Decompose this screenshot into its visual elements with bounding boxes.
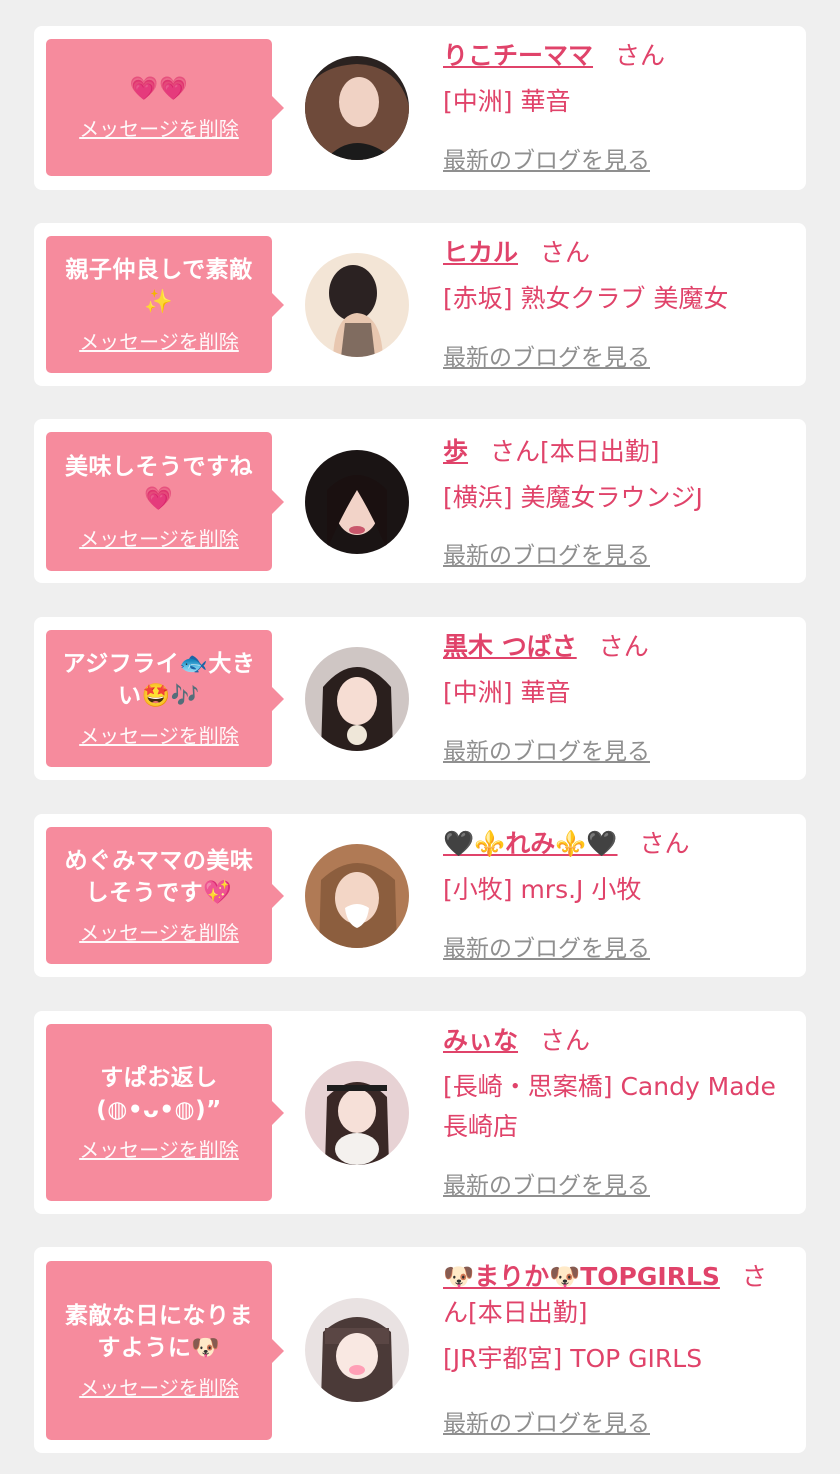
message-card: 美味しそうですね💗 メッセージを削除 歩さん[本日出勤] [横浜] 美魔女ラウン… bbox=[34, 419, 806, 583]
delete-message-link[interactable]: メッセージを削除 bbox=[79, 720, 239, 749]
message-bubble: 素敵な日になりますように🐶 メッセージを削除 bbox=[46, 1261, 284, 1440]
message-text: 素敵な日になりますように🐶 bbox=[65, 1303, 253, 1361]
message-text: 💗💗 bbox=[129, 76, 189, 102]
message-bubble: 美味しそうですね💗 メッセージを削除 bbox=[46, 432, 284, 571]
latest-blog-link[interactable]: 最新のブログを見る bbox=[443, 1166, 650, 1200]
message-text: アジフライ🐟大きい🤩🎶 bbox=[62, 651, 256, 709]
message-card: アジフライ🐟大きい🤩🎶 メッセージを削除 黒木 つばさ さん [中洲] 華音 最新… bbox=[34, 617, 806, 780]
message-bubble: めぐみママの美味しそうです💖 メッセージを削除 bbox=[46, 827, 284, 964]
delete-message-link[interactable]: メッセージを削除 bbox=[79, 1372, 239, 1401]
avatar[interactable] bbox=[305, 56, 409, 160]
message-bubble: 💗💗 メッセージを削除 bbox=[46, 39, 284, 176]
message-bubble: 親子仲良しで素敵✨ メッセージを削除 bbox=[46, 236, 284, 373]
latest-blog-link[interactable]: 最新のブログを見る bbox=[443, 536, 650, 570]
message-card: すぱお返し(◍•ᴗ•◍)” メッセージを削除 みぃな さん [長崎・思案橋] Ca… bbox=[34, 1011, 806, 1214]
avatar[interactable] bbox=[305, 450, 409, 554]
avatar[interactable] bbox=[305, 1061, 409, 1165]
delete-message-link[interactable]: メッセージを削除 bbox=[79, 113, 239, 142]
avatar[interactable] bbox=[305, 1298, 409, 1402]
avatar[interactable] bbox=[305, 844, 409, 948]
message-text: めぐみママの美味しそうです💖 bbox=[64, 848, 254, 906]
avatar[interactable] bbox=[305, 253, 409, 357]
message-text: 親子仲良しで素敵✨ bbox=[65, 257, 253, 315]
avatar[interactable] bbox=[305, 647, 409, 751]
latest-blog-link[interactable]: 最新のブログを見る bbox=[443, 732, 650, 766]
message-text: すぱお返し(◍•ᴗ•◍)” bbox=[96, 1065, 222, 1123]
delete-message-link[interactable]: メッセージを削除 bbox=[79, 326, 239, 355]
message-card: 親子仲良しで素敵✨ メッセージを削除 ヒカル さん [赤坂] 熟女クラブ 美魔女 … bbox=[34, 223, 806, 386]
latest-blog-link[interactable]: 最新のブログを見る bbox=[443, 929, 650, 963]
latest-blog-link[interactable]: 最新のブログを見る bbox=[443, 338, 650, 372]
message-card: 💗💗 メッセージを削除 りこチーママ さん [中洲] 華音 最新のブログを見る bbox=[34, 26, 806, 190]
message-text: 美味しそうですね💗 bbox=[65, 454, 253, 512]
message-card: 素敵な日になりますように🐶 メッセージを削除 🐶まりか🐶TOPGIRLS さん[本… bbox=[34, 1247, 806, 1453]
delete-message-link[interactable]: メッセージを削除 bbox=[79, 1134, 239, 1163]
message-bubble: アジフライ🐟大きい🤩🎶 メッセージを削除 bbox=[46, 630, 284, 767]
delete-message-link[interactable]: メッセージを削除 bbox=[79, 917, 239, 946]
message-card: めぐみママの美味しそうです💖 メッセージを削除 🖤⚜️れみ⚜️🖤 さん [小牧] … bbox=[34, 814, 806, 977]
delete-message-link[interactable]: メッセージを削除 bbox=[79, 523, 239, 552]
message-list: 💗💗 メッセージを削除 りこチーママ さん [中洲] 華音 最新のブログを見る 親… bbox=[0, 0, 840, 1474]
latest-blog-link[interactable]: 最新のブログを見る bbox=[443, 1404, 650, 1438]
message-bubble: すぱお返し(◍•ᴗ•◍)” メッセージを削除 bbox=[46, 1024, 284, 1201]
latest-blog-link[interactable]: 最新のブログを見る bbox=[443, 141, 650, 175]
